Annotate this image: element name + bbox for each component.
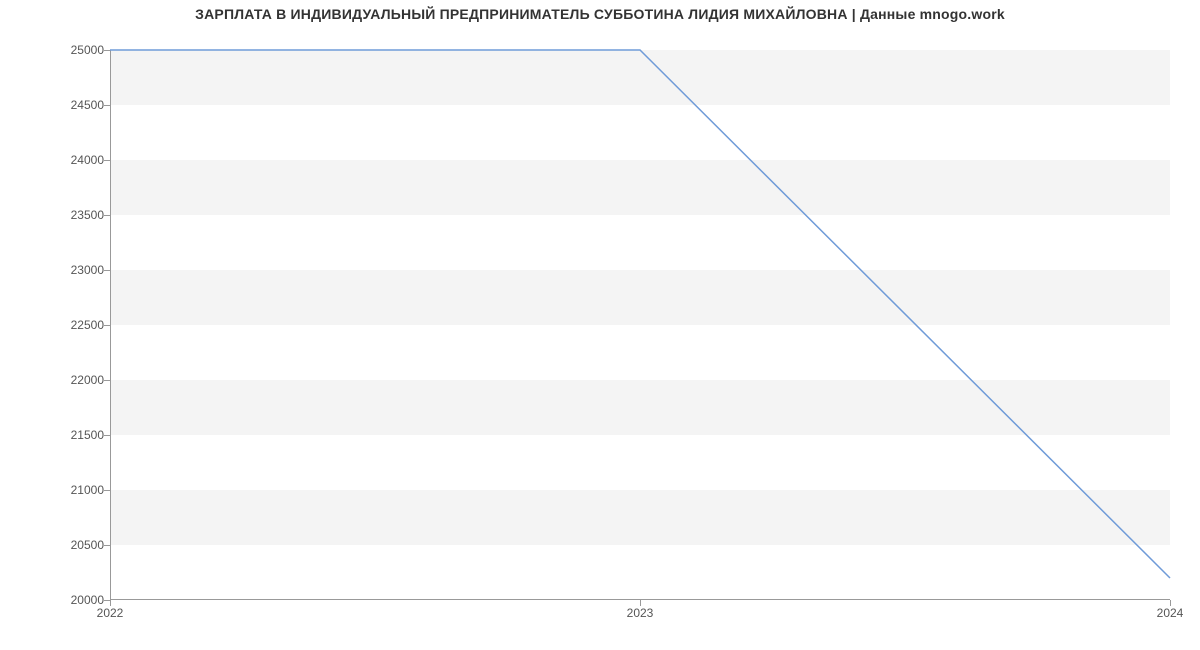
chart-title: ЗАРПЛАТА В ИНДИВИДУАЛЬНЫЙ ПРЕДПРИНИМАТЕЛ…: [0, 6, 1200, 22]
x-tick-label: 2022: [97, 606, 124, 620]
x-tick-label: 2024: [1157, 606, 1184, 620]
y-tick-label: 20000: [14, 593, 104, 607]
x-tick-mark: [110, 600, 111, 606]
y-tick-label: 24000: [14, 153, 104, 167]
series-line: [110, 50, 1170, 578]
y-tick-label: 22500: [14, 318, 104, 332]
y-tick-label: 23500: [14, 208, 104, 222]
y-tick-label: 21000: [14, 483, 104, 497]
x-tick-label: 2023: [627, 606, 654, 620]
y-tick-label: 25000: [14, 43, 104, 57]
y-tick-label: 23000: [14, 263, 104, 277]
y-tick-label: 24500: [14, 98, 104, 112]
x-tick-mark: [1170, 600, 1171, 606]
x-tick-mark: [640, 600, 641, 606]
y-tick-label: 21500: [14, 428, 104, 442]
line-layer: [110, 50, 1170, 600]
y-tick-label: 22000: [14, 373, 104, 387]
y-tick-label: 20500: [14, 538, 104, 552]
salary-line-chart: ЗАРПЛАТА В ИНДИВИДУАЛЬНЫЙ ПРЕДПРИНИМАТЕЛ…: [0, 0, 1200, 650]
